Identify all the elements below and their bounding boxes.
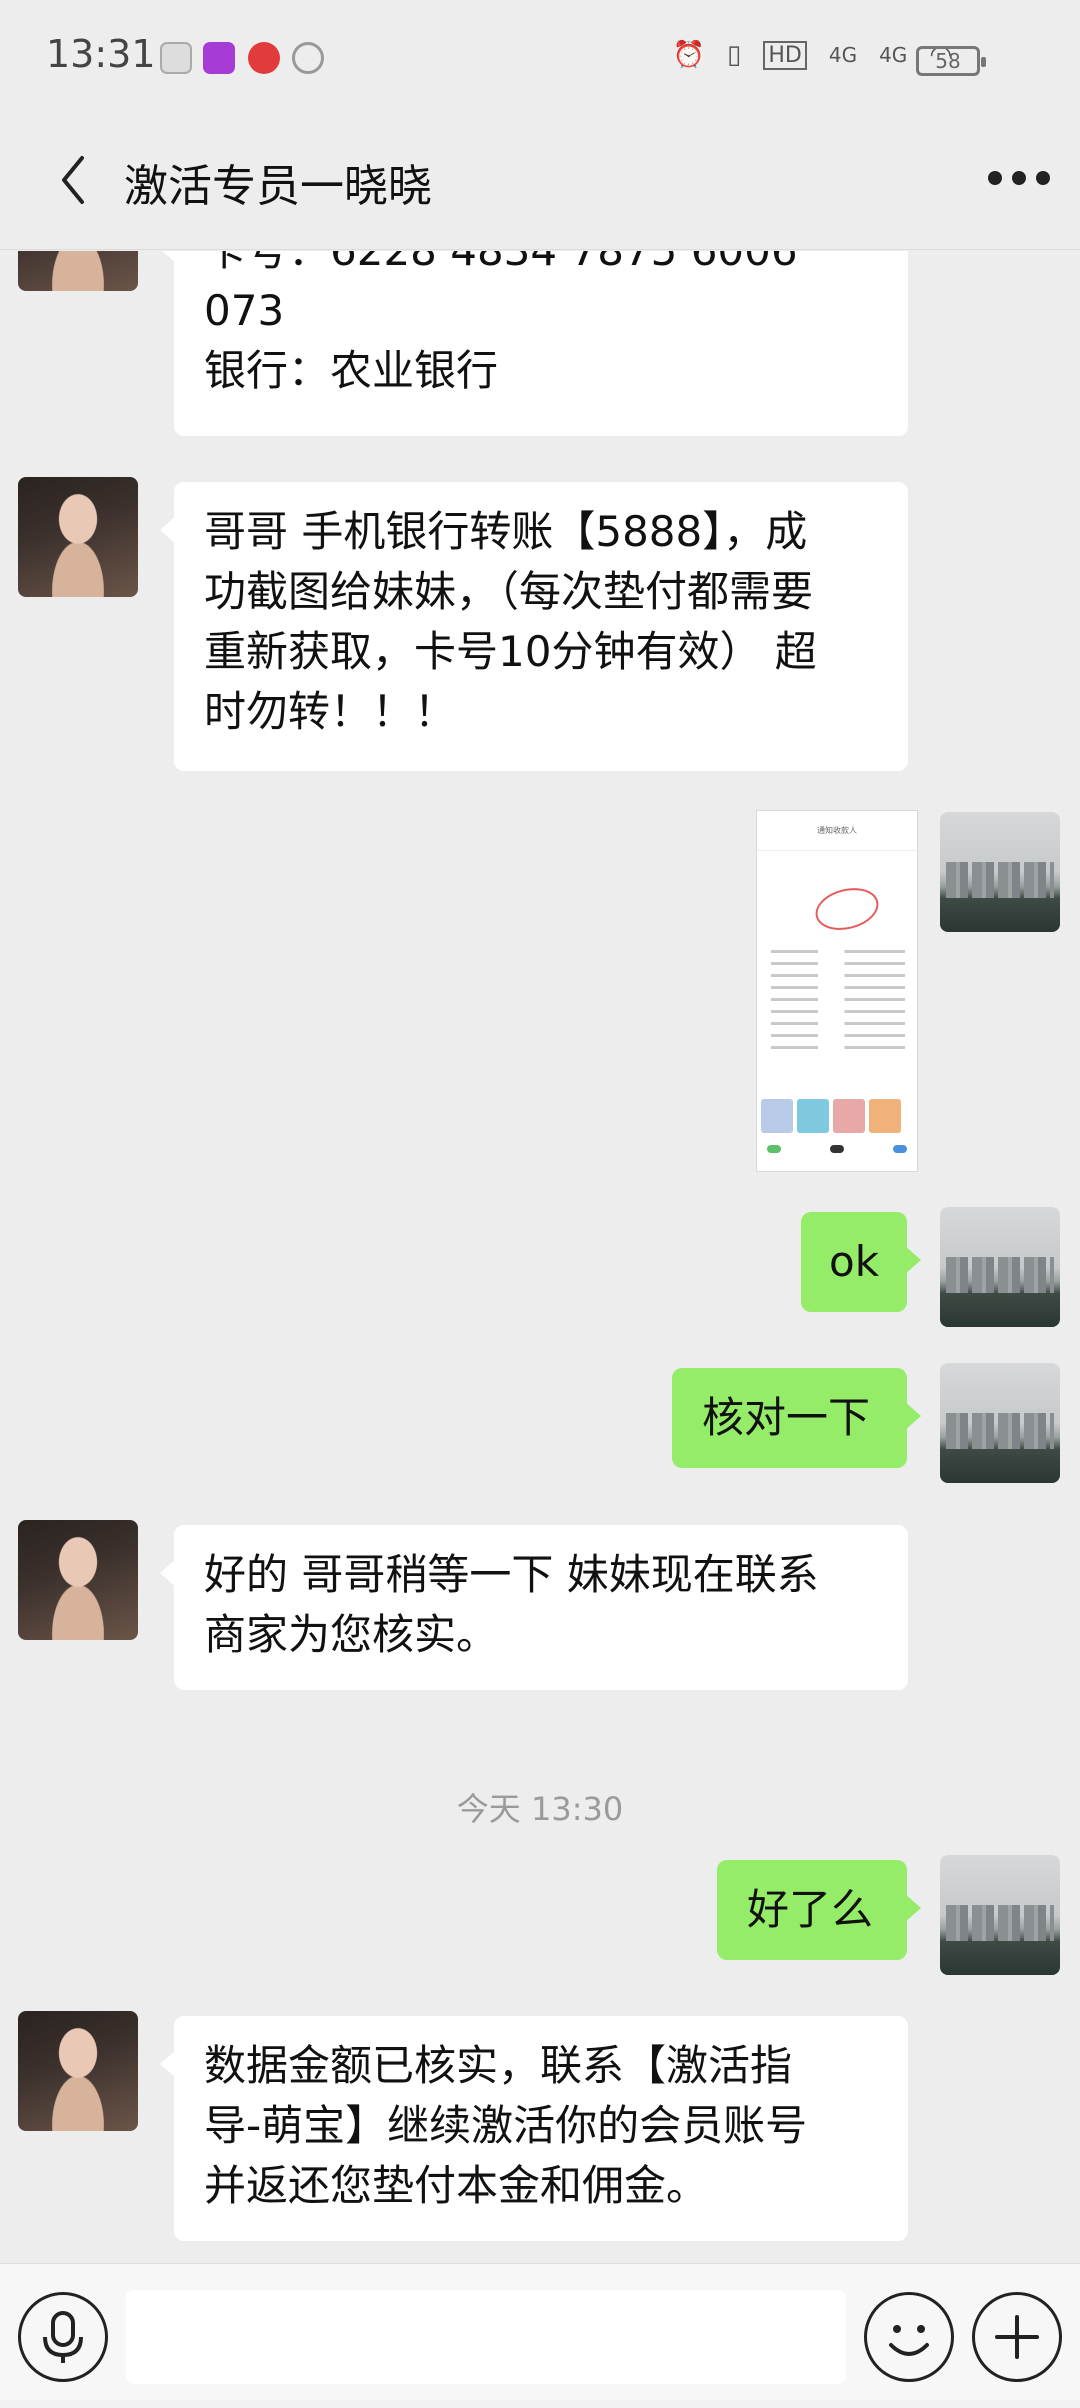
message-text: 商家为您核实。 [204,1610,499,1659]
message-text: 时勿转！！！ [204,687,457,736]
microphone-icon [43,2311,83,2363]
message-bubble[interactable]: 好的 哥哥稍等一下 妹妹现在联系 商家为您核实。 [160,1525,908,1690]
message-text: ok [829,1237,880,1286]
message-text: 数据金额已核实，联系【激活指 [204,2041,793,2090]
message-text: 并返还您垫付本金和佣金。 [204,2161,709,2210]
message-bubble[interactable]: ok [801,1212,921,1312]
screenshot-image[interactable]: 通知收款人 [756,810,918,1172]
message-text: 核对一下 [702,1393,871,1442]
alarm-icon: ⏰ [672,40,706,70]
battery-icon: 58 [916,46,986,76]
chat-area[interactable]: 卡号：6228 4834 7875 6006 073 银行：农业银行 哥哥 手机… [0,251,1080,2263]
avatar[interactable] [940,1363,1060,1483]
avatar[interactable] [940,1855,1060,1975]
title-bar: 激活专员一晓晓 [0,108,1080,250]
signal-icon: 4G [828,43,858,67]
app-notification-icon [203,42,235,74]
hd-icon: HD [763,40,807,70]
back-icon[interactable] [54,150,94,210]
app-notification-icon [160,42,192,74]
navigation-bar [0,2400,1080,2408]
more-icon[interactable] [986,164,1052,192]
chat-title: 激活专员一晓晓 [124,161,432,212]
plus-icon [995,2315,1039,2359]
message-text: 好的 哥哥稍等一下 妹妹现在联系 [204,1550,819,1599]
status-time: 13:31 [46,32,156,76]
signal-icon: 4G [879,43,908,67]
input-bar [0,2263,1080,2408]
message-text: 导-萌宝】继续激活你的会员账号 [204,2101,808,2150]
message-text: 073 [204,286,285,335]
message-bubble[interactable]: 数据金额已核实，联系【激活指 导-萌宝】继续激活你的会员账号 并返还您垫付本金和… [160,2016,908,2241]
message-text: 重新获取，卡号10分钟有效） 超 [204,627,817,676]
avatar[interactable] [18,1520,138,1640]
smiley-icon [889,2325,929,2356]
avatar[interactable] [940,812,1060,932]
vibrate-icon: ▯ [727,40,742,70]
message-text: 功截图给妹妹，（每次垫付都需要 [204,567,814,616]
message-bubble[interactable]: 哥哥 手机银行转账【5888】，成 功截图给妹妹，（每次垫付都需要 重新获取，卡… [160,482,908,771]
avatar[interactable] [940,1207,1060,1327]
message-text: 卡号：6228 4834 7875 6006 [204,251,878,281]
message-bubble[interactable]: 核对一下 [672,1368,921,1468]
message-text: 好了么 [747,1885,874,1934]
message-text: 银行：农业银行 [204,346,499,395]
more-actions-button[interactable] [972,2292,1062,2382]
avatar[interactable] [18,2011,138,2131]
red-stamp [811,881,883,937]
emoji-button[interactable] [864,2292,954,2382]
status-bar: 13:31 ⏰ ▯ HD 4G 4G ◠ 58 [0,0,1080,108]
message-input[interactable] [126,2290,846,2384]
screenshot-header: 通知收款人 [757,811,917,851]
voice-input-button[interactable] [18,2292,108,2382]
avatar[interactable] [18,251,138,291]
time-divider: 今天 13:30 [456,1790,624,1828]
message-text: 哥哥 手机银行转账【5888】，成 [204,507,808,556]
avatar[interactable] [18,477,138,597]
message-bubble[interactable]: 卡号：6228 4834 7875 6006 073 银行：农业银行 [160,251,908,436]
message-bubble[interactable]: 好了么 [717,1860,921,1960]
app-notification-icon [292,42,324,74]
app-notification-icon [248,42,280,74]
